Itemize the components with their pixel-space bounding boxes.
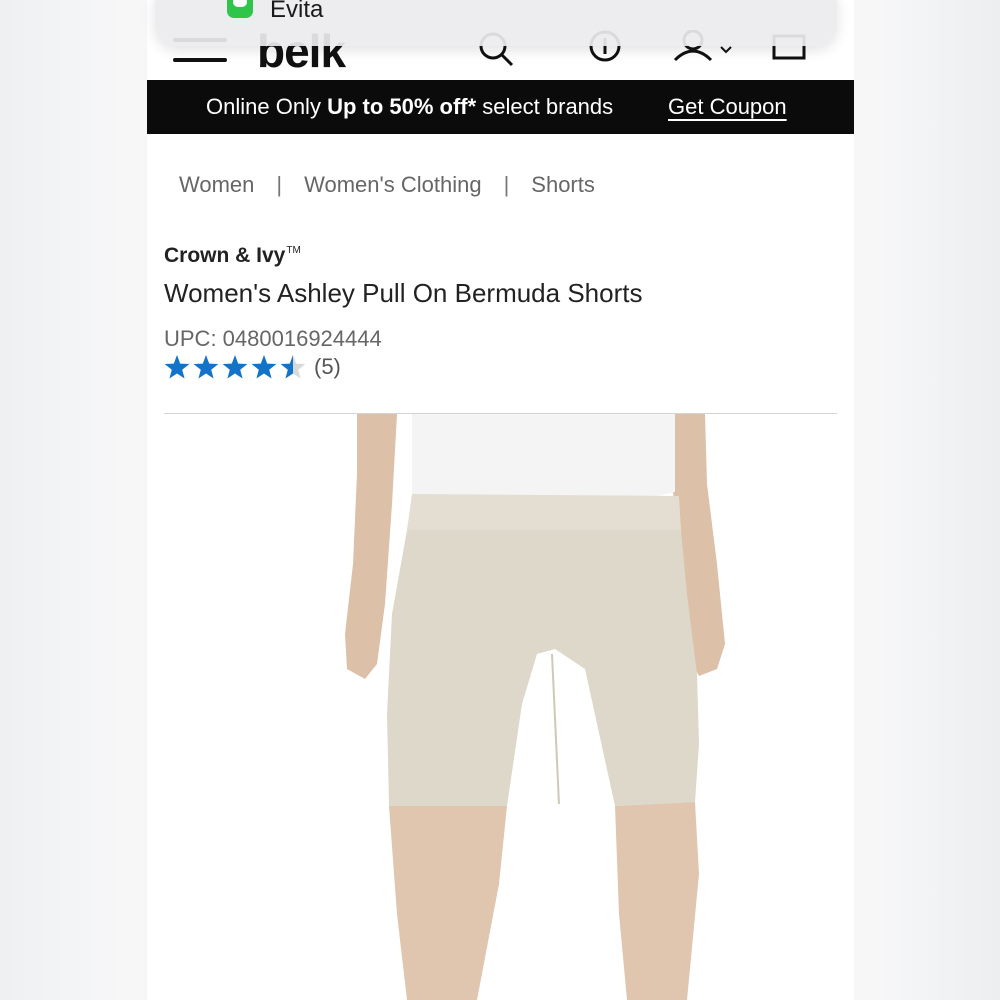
promo-text: Online Only Up to 50% off* select brands bbox=[206, 94, 613, 120]
breadcrumb-separator: | bbox=[503, 172, 510, 197]
breadcrumb-item-women[interactable]: Women bbox=[179, 172, 254, 197]
product-title: Women's Ashley Pull On Bermuda Shorts bbox=[164, 278, 643, 308]
rating-star bbox=[251, 355, 277, 379]
promo-suffix: select brands bbox=[476, 94, 614, 119]
rating-star bbox=[222, 355, 248, 379]
rating-star bbox=[164, 355, 190, 379]
breadcrumb-separator: | bbox=[276, 172, 283, 197]
brand-name: Crown & Ivy bbox=[164, 244, 286, 267]
get-coupon-link[interactable]: Get Coupon bbox=[668, 94, 787, 120]
rating-star bbox=[280, 355, 306, 379]
breadcrumb-item-womens-clothing[interactable]: Women's Clothing bbox=[304, 172, 481, 197]
messages-app-icon bbox=[227, 0, 253, 18]
notification-title: Evita bbox=[270, 0, 324, 23]
promo-banner: Online Only Up to 50% off* select brands… bbox=[147, 80, 854, 134]
product-upc: UPC: 0480016924444 bbox=[164, 326, 382, 351]
rating-star bbox=[193, 355, 219, 379]
breadcrumb-item-shorts[interactable]: Shorts bbox=[531, 172, 595, 197]
product-brand[interactable]: Crown & IvyTM bbox=[164, 244, 301, 268]
notification-banner[interactable]: Evita bbox=[155, 0, 837, 46]
trademark-mark: TM bbox=[286, 245, 301, 256]
promo-prefix: Online Only bbox=[206, 94, 328, 119]
menu-bar bbox=[173, 58, 227, 62]
product-image[interactable] bbox=[207, 414, 807, 1000]
phone-screen: belk Online Only Up to 50% off* select b… bbox=[147, 0, 854, 1000]
breadcrumb: Women | Women's Clothing | Shorts bbox=[179, 172, 595, 198]
rating-stars bbox=[164, 355, 306, 379]
promo-highlight: Up to 50% off* bbox=[327, 94, 477, 119]
review-count[interactable]: (5) bbox=[314, 354, 341, 380]
